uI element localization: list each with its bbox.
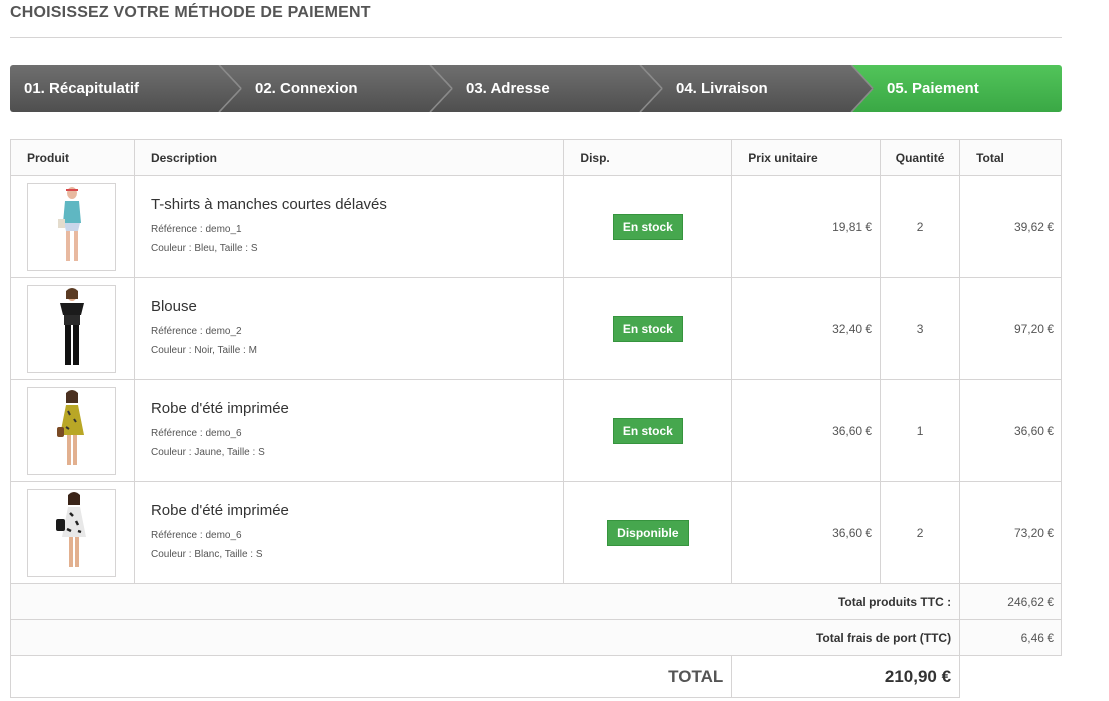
products-total-value: 246,62 €: [959, 583, 1062, 620]
product-name-link[interactable]: Blouse: [151, 298, 563, 315]
product-reference: Référence : demo_6: [150, 529, 242, 541]
step-payment: 05. Paiement: [852, 65, 1062, 112]
quantity: 1: [880, 379, 961, 482]
header-quantity: Quantité: [880, 139, 961, 176]
product-image[interactable]: [27, 182, 116, 271]
product-name-link[interactable]: Robe d'été imprimée: [151, 400, 563, 417]
quantity: 3: [880, 277, 961, 380]
availability-badge: En stock: [612, 213, 683, 240]
product-image[interactable]: [27, 386, 116, 475]
page-title: CHOISISSEZ VOTRE MÉTHODE DE PAIEMENT: [10, 4, 371, 21]
product-reference: Référence : demo_1: [150, 223, 242, 235]
product-reference: Référence : demo_6: [150, 427, 242, 439]
step-login-label: 02. Connexion: [255, 80, 358, 97]
product-name-link[interactable]: Robe d'été imprimée: [151, 502, 563, 519]
product-photo-tshirt: [57, 186, 81, 261]
product-image[interactable]: [27, 488, 116, 577]
unit-price: 19,81 €: [731, 175, 882, 278]
product-image[interactable]: [27, 284, 116, 373]
grand-total-row: TOTAL 210,90 €: [9, 655, 1062, 698]
cart-summary-table: Produit Description Disp. Prix unitaire …: [9, 139, 1062, 698]
availability-badge: En stock: [612, 315, 683, 342]
shipping-total-row: Total frais de port (TTC) 6,46 €: [9, 619, 1062, 656]
step-address[interactable]: 03. Adresse: [431, 65, 663, 112]
table-row: Robe d'été imprimée Référence : demo_6 C…: [10, 379, 1062, 482]
line-total: 39,62 €: [959, 175, 1062, 278]
table-row: Robe d'été imprimée Référence : demo_6 C…: [10, 481, 1062, 584]
header-total: Total: [959, 139, 1062, 176]
checkout-steps: 01. Récapitulatif 02. Connexion 03. Adre…: [10, 65, 1062, 112]
product-attributes[interactable]: Couleur : Bleu, Taille : S: [151, 239, 563, 258]
availability-badge: En stock: [612, 417, 683, 444]
unit-price: 36,60 €: [731, 379, 882, 482]
step-address-label: 03. Adresse: [466, 80, 550, 97]
step-summary-label: 01. Récapitulatif: [24, 80, 140, 97]
table-row: Blouse Référence : demo_2 Couleur : Noir…: [10, 277, 1062, 380]
table-header-row: Produit Description Disp. Prix unitaire …: [10, 139, 1062, 176]
line-total: 97,20 €: [959, 277, 1062, 380]
grand-total-label: TOTAL: [9, 655, 733, 698]
product-attributes[interactable]: Couleur : Blanc, Taille : S: [151, 545, 563, 564]
product-attributes[interactable]: Couleur : Noir, Taille : M: [151, 341, 563, 360]
quantity: 2: [880, 175, 961, 278]
products-total-row: Total produits TTC : 246,62 €: [9, 583, 1062, 620]
product-photo-dress-yellow: [56, 389, 84, 465]
step-payment-label: 05. Paiement: [887, 80, 979, 97]
step-separator: [218, 65, 241, 112]
step-login[interactable]: 02. Connexion: [220, 65, 453, 112]
step-separator: [639, 65, 662, 112]
step-separator: [429, 65, 452, 112]
product-photo-blouse: [59, 287, 84, 365]
table-row: T-shirts à manches courtes délavés Référ…: [10, 175, 1062, 278]
step-shipping[interactable]: 04. Livraison: [641, 65, 874, 112]
shipping-total-label: Total frais de port (TTC): [9, 619, 961, 656]
product-name-link[interactable]: T-shirts à manches courtes délavés: [151, 196, 563, 213]
products-total-label: Total produits TTC :: [9, 583, 961, 620]
line-total: 73,20 €: [959, 481, 1062, 584]
shipping-total-value: 6,46 €: [959, 619, 1062, 656]
step-separator: [850, 65, 873, 112]
product-photo-dress-white: [55, 491, 86, 567]
quantity: 2: [880, 481, 961, 584]
grand-total-value: 210,90 €: [731, 655, 961, 698]
header-availability: Disp.: [563, 139, 733, 176]
header-description: Description: [133, 139, 565, 176]
step-shipping-label: 04. Livraison: [676, 80, 768, 97]
availability-badge: Disponible: [607, 519, 689, 546]
header-product: Produit: [10, 139, 135, 176]
product-attributes[interactable]: Couleur : Jaune, Taille : S: [151, 443, 563, 462]
line-total: 36,60 €: [959, 379, 1062, 482]
title-divider: [10, 37, 1062, 38]
unit-price: 36,60 €: [731, 481, 882, 584]
product-reference: Référence : demo_2: [150, 325, 242, 337]
step-summary[interactable]: 01. Récapitulatif: [10, 65, 242, 112]
header-unit-price: Prix unitaire: [731, 139, 882, 176]
unit-price: 32,40 €: [731, 277, 882, 380]
